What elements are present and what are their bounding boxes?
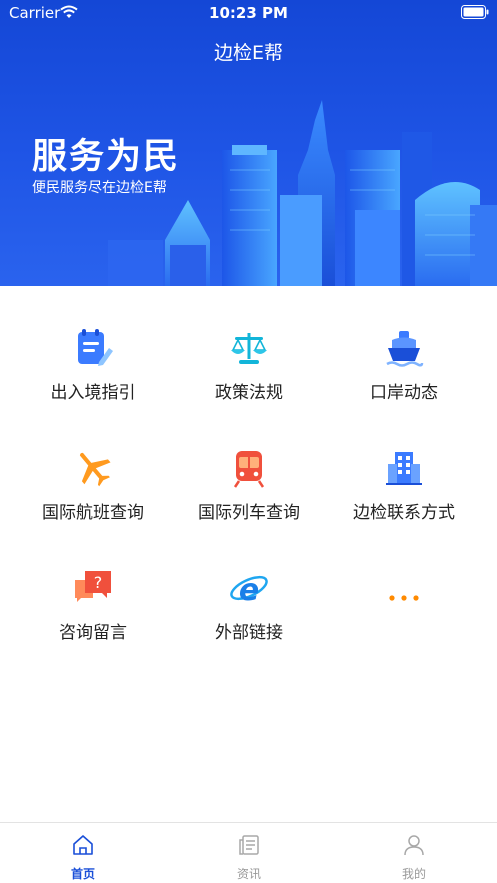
menu-item-label: 外部链接 <box>215 623 283 643</box>
menu-item-label: 边检联系方式 <box>353 503 455 523</box>
tab-news[interactable]: 资讯 <box>166 823 332 883</box>
menu-item-intl-flight-query[interactable]: 国际航班查询 <box>10 406 176 526</box>
menu-item-label: 政策法规 <box>215 383 283 403</box>
menu-item-intl-train-query[interactable]: 国际列车查询 <box>166 406 332 526</box>
menu-item-external-links[interactable]: e 外部链接 <box>166 526 332 646</box>
status-bar: Carrier 10:23 PM <box>0 0 497 26</box>
home-icon <box>73 835 93 855</box>
menu-item-label: 国际列车查询 <box>198 503 300 523</box>
guide-document-icon <box>78 329 113 366</box>
page-title: 边检E帮 <box>213 42 283 64</box>
battery-icon <box>461 5 489 19</box>
ship-icon <box>386 331 424 367</box>
menu-item-label: 国际航班查询 <box>42 503 144 523</box>
user-icon <box>404 835 424 856</box>
airplane-icon <box>79 452 111 487</box>
svg-text:?: ? <box>94 573 103 592</box>
menu-item-more[interactable] <box>321 526 487 646</box>
status-time: 10:23 PM <box>209 4 288 22</box>
tab-home[interactable]: 首页 <box>0 823 166 883</box>
tab-label: 首页 <box>70 867 95 881</box>
menu-item-policy-regulations[interactable]: 政策法规 <box>166 286 332 406</box>
bottom-tab-bar: 首页 资讯 我的 <box>0 822 497 883</box>
news-icon <box>239 835 259 855</box>
menu-item-entry-exit-guide[interactable]: 出入境指引 <box>10 286 176 406</box>
menu-item-consult-message[interactable]: ? 咨询留言 <box>10 526 176 646</box>
more-dots-icon <box>389 595 419 601</box>
service-menu-grid: 出入境指引 政策法规 口岸动态 国际航班查询 国际列车查询 边检联系方式 ? 咨… <box>0 286 497 686</box>
building-icon <box>386 452 422 485</box>
menu-item-border-contacts[interactable]: 边检联系方式 <box>321 406 487 526</box>
train-icon <box>233 451 265 488</box>
menu-item-label: 咨询留言 <box>59 623 127 643</box>
question-chat-icon: ? <box>75 571 111 602</box>
menu-item-label: 口岸动态 <box>370 383 438 403</box>
banner-subtitle: 便民服务尽在边检E帮 <box>32 180 167 196</box>
header-banner: Carrier 10:23 PM 边检E帮 服务为民 便民服务尽在边检E帮 <box>0 0 497 286</box>
svg-text:e: e <box>239 573 259 608</box>
tab-label: 资讯 <box>236 867 261 881</box>
banner-slogan: 服务为民 <box>32 137 181 177</box>
scales-icon <box>231 333 267 364</box>
browser-e-icon: e <box>230 573 268 608</box>
menu-item-label: 出入境指引 <box>50 383 136 403</box>
menu-item-port-news[interactable]: 口岸动态 <box>321 286 487 406</box>
tab-label: 我的 <box>401 867 426 881</box>
tab-mine[interactable]: 我的 <box>331 823 497 883</box>
